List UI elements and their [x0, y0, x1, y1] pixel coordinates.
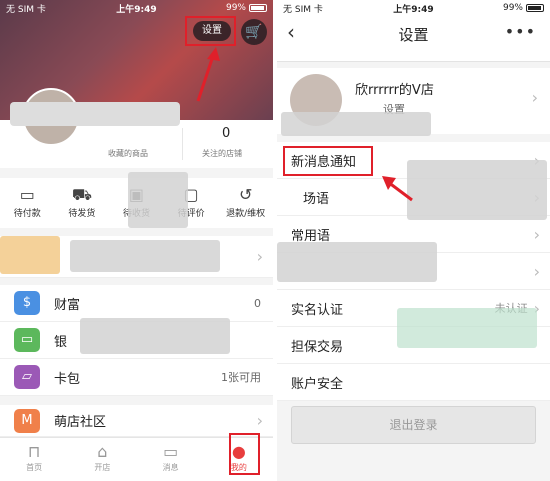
chevron-right-icon: › [256, 411, 263, 430]
refund-icon: ↺ [238, 185, 253, 204]
menu-item-value: 1张可用 [221, 371, 261, 384]
more-icon[interactable]: ••• [505, 22, 536, 41]
navigation-bar: 无 SIM 卡 上午9:49 99% ‹ 设置 ••• [277, 0, 550, 62]
wealth-icon: $ [14, 291, 40, 315]
blur-overlay [277, 242, 437, 282]
status-time: 上午9:49 [116, 4, 157, 15]
blur-overlay [0, 236, 60, 274]
settings-item-label: 账户安全 [291, 376, 344, 392]
tab-home[interactable]: ⊓ 首页 [0, 438, 68, 481]
chevron-right-icon: › [531, 88, 538, 107]
menu-item-wealth[interactable]: $ 财富 0 [0, 285, 273, 322]
settings-item-account-security[interactable]: 账户安全 [277, 364, 550, 401]
following-label[interactable]: 关注的店铺 [202, 148, 242, 159]
highlight-box-settings [185, 16, 236, 46]
chevron-right-icon: › [533, 224, 540, 244]
profile-screen: 无 SIM 卡 上午9:49 99% 设置 🛒 收藏的商品 0 关注的店铺 ▭ 待… [0, 0, 273, 481]
blurred-profile-name [10, 102, 180, 126]
chevron-right-icon: › [256, 247, 263, 266]
blur-overlay [407, 160, 547, 220]
order-label: 待付款 [13, 209, 41, 219]
chevron-right-icon: › [533, 261, 540, 281]
cart-icon[interactable]: 🛒 [241, 19, 267, 45]
order-pending-payment[interactable]: ▭ 待付款 [0, 178, 55, 228]
menu-item-value: 0 [254, 296, 261, 310]
card-icon: ▭ [14, 328, 40, 352]
store-icon: ⌂ [97, 442, 108, 461]
menu-item-label: 萌店社区 [54, 415, 107, 430]
blur-overlay [80, 318, 230, 354]
highlight-box-notifications [283, 146, 373, 176]
menu-item-label: 卡包 [54, 371, 81, 387]
status-bar: 无 SIM 卡 上午9:49 99% [277, 0, 550, 16]
battery-icon [249, 4, 267, 12]
tab-label: 消息 [162, 463, 179, 472]
truck-icon: ⛟ [71, 185, 92, 204]
stat-divider [182, 128, 183, 160]
wallet-icon: ▭ [19, 185, 35, 204]
community-icon: M [14, 408, 40, 433]
tab-open-store[interactable]: ⌂ 开店 [68, 438, 136, 481]
status-bar: 无 SIM 卡 上午9:49 99% [0, 0, 273, 16]
menu-item-label: 财富 [54, 297, 81, 313]
order-label: 待发货 [68, 209, 96, 219]
following-count: 0 [222, 126, 231, 141]
tab-messages[interactable]: ▭ 消息 [137, 438, 205, 481]
store-name: 欣rrrrrr的V店 [355, 83, 434, 98]
order-pending-shipment[interactable]: ⛟ 待发货 [55, 178, 110, 228]
annotation-arrow-icon [196, 47, 220, 102]
order-label: 退款/维权 [226, 209, 266, 219]
blur-overlay [281, 112, 431, 136]
blur-overlay [397, 308, 537, 348]
bag-icon: ⊓ [27, 442, 41, 461]
logout-button[interactable]: 退出登录 [291, 406, 536, 444]
battery-icon [526, 4, 544, 12]
settings-item-label: 常用语 [291, 228, 331, 244]
menu-item-card-wallet[interactable]: ▱ 卡包 1张可用 [0, 359, 273, 396]
settings-screen: 无 SIM 卡 上午9:49 99% ‹ 设置 ••• 欣rrrrrr的V店 设… [277, 0, 550, 481]
tab-label: 开店 [94, 463, 111, 472]
annotation-arrow-icon [382, 176, 413, 202]
status-time: 上午9:49 [393, 4, 434, 15]
blur-overlay [128, 172, 188, 228]
ticket-icon: ▱ [14, 365, 40, 389]
blur-overlay [70, 240, 220, 272]
order-refund[interactable]: ↺ 退款/维权 [218, 178, 273, 228]
highlight-box-mine-tab [229, 433, 260, 475]
tab-label: 首页 [26, 463, 43, 472]
message-icon: ▭ [163, 442, 179, 461]
favorites-label[interactable]: 收藏的商品 [108, 148, 148, 159]
